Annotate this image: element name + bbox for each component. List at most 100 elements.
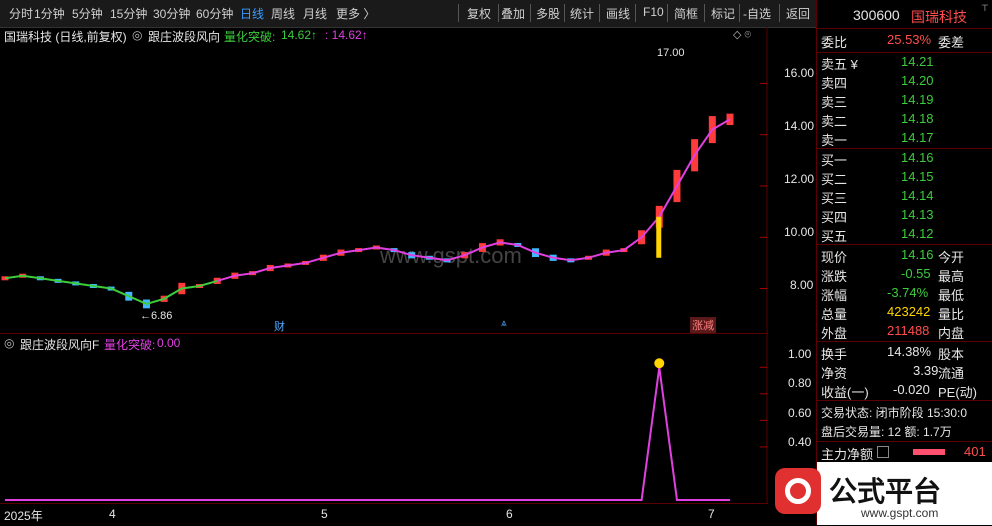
high-annotation: 17.00 xyxy=(657,47,685,59)
limit-event-marker[interactable]: 涨减 xyxy=(690,317,716,333)
brand-name: 公式平台 xyxy=(829,476,942,507)
main-y-axis: 16.00 14.00 12.00 10.00 8.00 xyxy=(768,27,816,333)
stats-value: 3.39 xyxy=(913,363,939,378)
stock-header: 300600 国瑞科技 ⊤ xyxy=(817,0,992,29)
ask-row: 卖二 14.18 xyxy=(817,110,992,129)
stats-label-2: PE(动) xyxy=(938,385,978,400)
y-tick: 8.00 xyxy=(790,278,814,292)
ask-label: 卖一 xyxy=(821,133,848,148)
after-hours-text: 盘后交易量: 12 额: 1.7万 xyxy=(821,425,952,439)
y-tick: 0.60 xyxy=(788,406,812,420)
ask-price: 14.21 xyxy=(901,54,934,69)
after-hours: 盘后交易量: 12 额: 1.7万 xyxy=(817,422,992,441)
stats-value: -0.020 xyxy=(893,382,930,397)
quote-label: 现价 xyxy=(821,250,848,265)
back-button[interactable]: 返回 xyxy=(786,5,810,22)
stock-code: 300600 xyxy=(853,7,900,23)
weibi-row: 委比 25.53% 委差 xyxy=(817,31,992,50)
ask-label: 卖二 xyxy=(821,114,848,129)
period-tab-fenshi[interactable]: 分时 xyxy=(9,5,33,22)
bid-row: 买五 14.12 xyxy=(817,225,992,244)
finance-event-marker[interactable]: 财 xyxy=(274,318,285,334)
quote-row: 涨跌 -0.55 最高 xyxy=(817,265,992,284)
simple-frame-button[interactable]: 简框 xyxy=(674,5,698,22)
stats-label-2: 股本 xyxy=(938,347,965,362)
signal-line xyxy=(5,367,730,501)
indicator-subchart[interactable]: ◎ 跟庄波段风向F 量化突破: 0.00 xyxy=(0,333,768,504)
period-tab-monthly[interactable]: 月线 xyxy=(303,5,327,22)
ask-label: 卖四 xyxy=(821,76,848,91)
y-tick: 16.00 xyxy=(784,66,815,80)
quote-row: 总量 423242 量比 xyxy=(817,303,992,322)
quote-row: 现价 14.16 今开 xyxy=(817,246,992,265)
ask-label: 卖五 ¥ xyxy=(821,57,858,72)
ask-label: 卖三 xyxy=(821,95,848,110)
main-flow-box-icon[interactable] xyxy=(877,446,889,458)
x-tick: 7 xyxy=(708,507,715,521)
bid-price: 14.14 xyxy=(901,188,934,203)
period-tab-daily[interactable]: 日线 xyxy=(240,5,264,22)
stats-label: 换手 xyxy=(821,347,848,362)
main-flow-row: 主力净额 401 xyxy=(817,443,992,462)
y-tick: 0.80 xyxy=(788,376,812,390)
bid-label: 买三 xyxy=(821,191,848,206)
trade-status-text: 交易状态: 闭市阶段 15:30:0 xyxy=(821,406,968,420)
period-tab-5min[interactable]: 5分钟 xyxy=(72,5,103,22)
draw-line-button[interactable]: 画线 xyxy=(606,5,630,22)
time-axis: 2025年 4 5 6 7 xyxy=(0,503,768,526)
stats-button[interactable]: 统计 xyxy=(570,5,594,22)
period-tab-15min[interactable]: 15分钟 xyxy=(110,5,147,22)
x-tick: 6 xyxy=(506,507,513,521)
stats-label: 净资 xyxy=(821,366,848,381)
period-tab-1min[interactable]: 1分钟 xyxy=(34,5,65,22)
brand-logo-icon xyxy=(775,468,821,514)
kline-chart[interactable]: 国瑞科技 (日线,前复权) ◎ 跟庄波段风向 量化突破: 14.62↑ : 14… xyxy=(0,27,768,333)
quote-label-2: 最低 xyxy=(938,288,965,303)
bid-label: 买五 xyxy=(821,229,848,244)
bid-row: 买四 14.13 xyxy=(817,206,992,225)
overlay-button[interactable]: 叠加 xyxy=(501,5,525,22)
bid-price: 14.12 xyxy=(901,226,934,241)
trade-status: 交易状态: 闭市阶段 15:30:0 xyxy=(817,403,992,422)
brand-box: 公式平台 www.gspt.com xyxy=(775,462,992,525)
period-tab-30min[interactable]: 30分钟 xyxy=(153,5,190,22)
main-flow-bar xyxy=(913,449,945,455)
quote-value: 211488 xyxy=(887,323,930,338)
quote-row: 外盘 211488 内盘 xyxy=(817,322,992,341)
y-tick: 12.00 xyxy=(784,172,815,186)
quote-label-2: 今开 xyxy=(938,250,965,265)
event-up-icon[interactable]: ⩓ xyxy=(501,318,507,329)
stats-row: 净资 3.39 流通 xyxy=(817,362,992,381)
pin-icon[interactable]: ⊤ xyxy=(981,3,989,14)
x-tick: 4 xyxy=(109,507,116,521)
sub-plot xyxy=(5,334,768,504)
low-annotation: ←6.86 xyxy=(140,310,173,322)
fuquan-button[interactable]: 复权 xyxy=(467,5,491,22)
x-tick: 5 xyxy=(321,507,328,521)
stats-label: 收益(一) xyxy=(821,385,869,400)
x-tick: 2025年 xyxy=(4,509,43,523)
quote-row: 涨幅 -3.74% 最低 xyxy=(817,284,992,303)
quote-label: 外盘 xyxy=(821,326,848,341)
bid-row: 买三 14.14 xyxy=(817,187,992,206)
main-flow-value: 401 xyxy=(964,444,986,459)
mark-button[interactable]: 标记 xyxy=(711,5,735,22)
main-flow-label: 主力净额 xyxy=(821,447,874,462)
quote-label-2: 最高 xyxy=(938,269,965,284)
period-tab-weekly[interactable]: 周线 xyxy=(271,5,295,22)
kline-plot: www.gspt.com xyxy=(1,27,768,333)
quote-label: 总量 xyxy=(821,307,848,322)
quote-value: 423242 xyxy=(887,304,931,319)
period-more-menu[interactable]: 更多 〉 xyxy=(336,5,375,22)
ask-price: 14.18 xyxy=(901,111,934,126)
signal-money-icon xyxy=(654,358,665,369)
ask-row: 卖五 ¥ 14.21 xyxy=(817,53,992,72)
remove-favorite-button[interactable]: -自选 xyxy=(743,5,771,22)
period-tab-60min[interactable]: 60分钟 xyxy=(196,5,233,22)
multi-stock-button[interactable]: 多股 xyxy=(536,5,560,22)
quote-label-2: 内盘 xyxy=(938,326,965,341)
f10-button[interactable]: F10 xyxy=(643,5,664,19)
ask-row: 卖一 14.17 xyxy=(817,129,992,148)
bid-price: 14.13 xyxy=(901,207,934,222)
stats-value: 14.38% xyxy=(887,344,932,359)
